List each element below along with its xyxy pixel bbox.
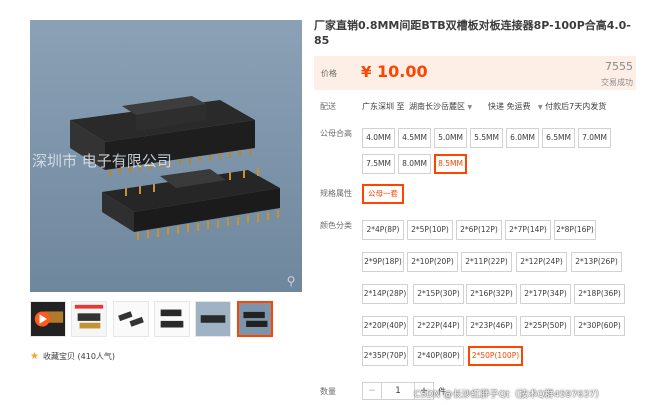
color-option[interactable]: 2*14P(28P)	[362, 284, 408, 304]
connector-photo: 深圳市 电子有限公司	[30, 20, 302, 292]
color-option[interactable]: 2*20P(40P)	[362, 316, 408, 336]
favorite-count: (410人气)	[77, 352, 116, 361]
color-option[interactable]: 2*15P(30P)	[413, 284, 464, 304]
price-value: 10.00	[377, 62, 428, 81]
delivery-to: 湖南长沙岳麓区	[409, 102, 465, 111]
shipping-info: 快递 免运费	[488, 102, 531, 111]
color-option[interactable]: 2*4P(8P)	[362, 220, 404, 240]
height-option[interactable]: 8.0MM	[398, 154, 431, 174]
height-option[interactable]: 4.5MM	[398, 128, 431, 148]
spec-option-label: 规格属性	[320, 189, 352, 198]
chevron-down-icon: ▼	[467, 104, 473, 111]
color-option-label: 颜色分类	[320, 221, 352, 230]
color-option[interactable]: 2*40P(80P)	[413, 346, 464, 366]
sales-label: 交易成功	[601, 78, 633, 87]
dispatch-info: ▼ 付款后7天内发货	[538, 101, 606, 112]
color-option[interactable]: 2*9P(18P)	[362, 252, 404, 272]
delivery-destination[interactable]: 湖南长沙岳麓区 ▼	[409, 101, 472, 112]
color-option[interactable]: 2*22P(44P)	[413, 316, 464, 336]
star-icon: ★	[30, 351, 39, 362]
height-option[interactable]: 7.5MM	[362, 154, 395, 174]
thumbnail-strip	[30, 301, 290, 339]
color-option[interactable]: 2*6P(12P)	[456, 220, 502, 240]
chevron-down-icon: ▼	[538, 104, 543, 111]
height-option[interactable]: 8.5MM	[434, 154, 467, 174]
quantity-decrement-button[interactable]: −	[362, 382, 382, 400]
color-option[interactable]: 2*18P(36P)	[574, 284, 625, 304]
thumbnail-video[interactable]	[30, 301, 66, 337]
thumbnail-3[interactable]	[113, 301, 149, 337]
color-option[interactable]: 2*17P(34P)	[520, 284, 571, 304]
image-overlay-text: 深圳市 电子有限公司	[32, 152, 172, 170]
color-option[interactable]: 2*25P(50P)	[520, 316, 571, 336]
height-option[interactable]: 5.5MM	[470, 128, 503, 148]
price-panel: 价格 ¥ 10.00 7555 交易成功	[314, 56, 636, 90]
product-page: 深圳市 电子有限公司 ⚲ ★ 收藏宝贝 (410人气) 厂家直销0.8MM间距B…	[0, 0, 649, 405]
favorite-label: 收藏宝贝	[42, 352, 75, 361]
spec-option-set[interactable]: 公母一套	[362, 184, 404, 204]
currency-symbol: ¥	[361, 63, 372, 81]
color-option[interactable]: 2*10P(20P)	[407, 252, 458, 272]
color-option[interactable]: 2*16P(32P)	[466, 284, 517, 304]
color-option[interactable]: 2*50P(100P)	[468, 346, 523, 366]
favorite-link[interactable]: ★ 收藏宝贝 (410人气)	[30, 351, 115, 363]
height-option[interactable]: 7.0MM	[578, 128, 611, 148]
color-option[interactable]: 2*8P(16P)	[554, 220, 596, 240]
height-option[interactable]: 6.0MM	[506, 128, 539, 148]
height-option[interactable]: 6.5MM	[542, 128, 575, 148]
color-option[interactable]: 2*13P(26P)	[571, 252, 622, 272]
price-label: 价格	[321, 69, 337, 78]
color-option[interactable]: 2*35P(70P)	[362, 346, 408, 366]
thumbnail-4[interactable]	[154, 301, 190, 337]
color-option[interactable]: 2*23P(46P)	[466, 316, 517, 336]
thumbnail-5[interactable]	[195, 301, 231, 337]
thumbnail-6-selected[interactable]	[237, 301, 273, 337]
color-option[interactable]: 2*7P(14P)	[505, 220, 551, 240]
color-option[interactable]: 2*30P(60P)	[574, 316, 625, 336]
quantity-input[interactable]: 1	[381, 382, 415, 400]
sales-count: 7555	[605, 60, 633, 73]
delivery-from: 广东深圳 至	[362, 102, 405, 111]
delivery-label: 配送	[320, 102, 336, 111]
quantity-label: 数量	[320, 387, 336, 396]
dispatch-text: 付款后7天内发货	[545, 102, 607, 111]
height-option-label: 公母合高	[320, 129, 352, 138]
color-option[interactable]: 2*11P(22P)	[461, 252, 512, 272]
height-option[interactable]: 5.0MM	[434, 128, 467, 148]
main-product-image[interactable]: 深圳市 电子有限公司 ⚲	[30, 20, 302, 292]
height-option[interactable]: 4.0MM	[362, 128, 395, 148]
magnifier-icon[interactable]: ⚲	[284, 274, 298, 288]
watermark-text: CSDN @长沙红胖子Qt（技术Q群4597637）	[414, 390, 605, 400]
thumbnail-2[interactable]	[71, 301, 107, 337]
color-option[interactable]: 2*12P(24P)	[516, 252, 567, 272]
product-title: 厂家直销0.8MM间距BTB双槽板对板连接器8P-100P合高4.0-85	[314, 19, 631, 47]
color-option[interactable]: 2*5P(10P)	[407, 220, 453, 240]
